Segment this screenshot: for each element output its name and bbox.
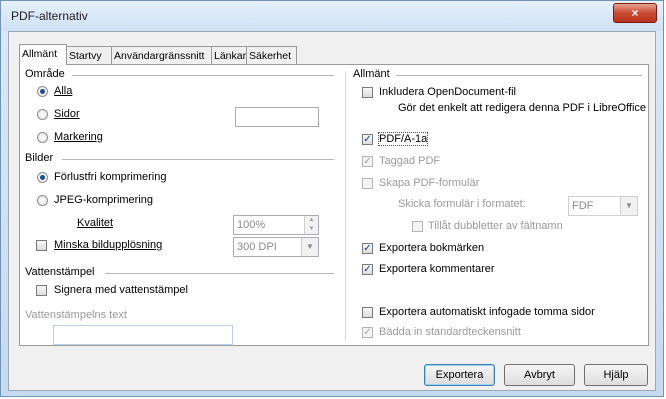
radio-selection[interactable]	[37, 132, 48, 143]
reduce-resolution-label: Minska bildupplösning	[54, 239, 163, 251]
embed-fonts-checkbox[interactable]: ✓	[362, 327, 373, 338]
include-odf-checkbox[interactable]	[362, 87, 373, 98]
export-bookmarks-checkbox[interactable]: ✓	[362, 243, 373, 254]
tab-allmant[interactable]: Allmänt	[19, 44, 67, 65]
sign-watermark-label: Signera med vattenstämpel	[54, 284, 188, 296]
chevron-down-icon[interactable]: ▼	[301, 238, 318, 256]
tab-lankar[interactable]: Länkar	[211, 46, 247, 64]
pdf-options-dialog: PDF-alternativ × Allmänt Startvy Använda…	[0, 0, 664, 397]
window-title: PDF-alternativ	[11, 9, 88, 23]
include-odf-description: Gör det enkelt att redigera denna PDF i …	[398, 102, 647, 114]
page-range-input[interactable]	[235, 107, 319, 127]
quality-spinbox[interactable]: 100% ▲ ▼	[233, 215, 319, 235]
spin-down-icon[interactable]: ▼	[305, 225, 318, 234]
range-divider	[72, 75, 334, 76]
resolution-dropdown[interactable]: 300 DPI ▼	[233, 237, 319, 257]
watermark-text-label: Vattenstämpelns text	[25, 309, 127, 321]
jpeg-label: JPEG-komprimering	[54, 194, 154, 206]
general-section-title: Allmänt	[353, 68, 390, 80]
watermark-text-input[interactable]	[53, 325, 233, 345]
allow-duplicates-checkbox[interactable]	[412, 221, 423, 232]
tab-anvandargranssnitt[interactable]: Användargränssnitt	[111, 46, 212, 64]
create-form-checkbox[interactable]	[362, 178, 373, 189]
spin-up-icon[interactable]: ▲	[305, 216, 318, 225]
watermark-divider	[105, 273, 334, 274]
tab-startvy[interactable]: Startvy	[66, 46, 112, 64]
radio-lossless[interactable]	[37, 172, 48, 183]
create-form-label: Skapa PDF-formulär	[379, 177, 480, 189]
images-section-title: Bilder	[25, 152, 54, 164]
tagged-pdf-label: Taggad PDF	[379, 155, 441, 167]
export-comments-checkbox[interactable]: ✓	[362, 264, 373, 275]
quality-spin-buttons[interactable]: ▲ ▼	[304, 216, 318, 234]
images-divider	[62, 159, 334, 160]
export-bookmarks-label: Exportera bokmärken	[379, 242, 485, 254]
radio-jpeg[interactable]	[37, 195, 48, 206]
quality-label: Kvalitet	[77, 217, 114, 229]
submit-format-value: FDF	[572, 200, 594, 212]
cancel-button[interactable]: Avbryt	[504, 364, 575, 386]
title-bar: PDF-alternativ ×	[1, 1, 663, 31]
chevron-down-icon[interactable]: ▼	[620, 197, 637, 215]
watermark-section-title: Vattenstämpel	[25, 266, 95, 278]
export-button[interactable]: Exportera	[424, 364, 495, 386]
general-divider	[396, 75, 642, 76]
export-blank-pages-label: Exportera automatiskt infogade tomma sid…	[379, 306, 595, 318]
pdfa-label: PDF/A-1a	[377, 132, 429, 146]
lossless-label: Förlustfri komprimering	[54, 171, 167, 183]
radio-page-range[interactable]	[37, 109, 48, 120]
embed-fonts-label: Bädda in standardteckensnitt	[379, 326, 521, 338]
tab-sakerhet[interactable]: Säkerhet	[246, 46, 297, 64]
general-tab-panel: Område Alla Sidor Markering Bilder Förlu…	[19, 64, 649, 346]
dialog-client-area: Allmänt Startvy Användargränssnitt Länka…	[8, 31, 656, 391]
page-range-label: Sidor	[54, 108, 80, 120]
allow-duplicates-label: Tillåt dubbletter av fältnamn	[428, 220, 563, 232]
include-odf-label: Inkludera OpenDocument-fil	[379, 86, 516, 98]
selection-label: Markering	[54, 131, 103, 143]
tagged-pdf-checkbox[interactable]: ✓	[362, 156, 373, 167]
export-blank-pages-checkbox[interactable]	[362, 307, 373, 318]
range-section-title: Område	[25, 68, 65, 80]
radio-all-pages[interactable]	[37, 86, 48, 97]
help-button[interactable]: Hjälp	[584, 364, 648, 386]
all-pages-label: Alla	[54, 85, 73, 97]
column-divider	[345, 71, 346, 341]
close-button[interactable]: ×	[613, 3, 657, 23]
resolution-value: 300 DPI	[237, 241, 277, 253]
reduce-resolution-checkbox[interactable]	[36, 240, 47, 251]
export-comments-label: Exportera kommentarer	[379, 263, 495, 275]
pdfa-checkbox[interactable]: ✓	[362, 134, 373, 145]
submit-format-dropdown[interactable]: FDF ▼	[568, 196, 638, 216]
sign-watermark-checkbox[interactable]	[36, 285, 47, 296]
submit-format-label: Skicka formulär i formatet:	[398, 198, 526, 210]
quality-value: 100%	[237, 219, 266, 231]
